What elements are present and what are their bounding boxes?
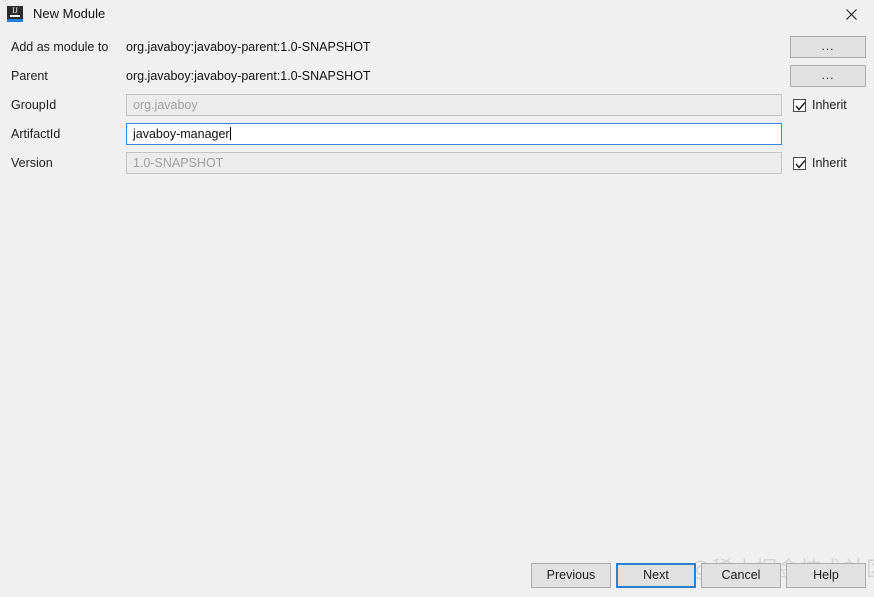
value-parent: org.javaboy:javaboy-parent:1.0-SNAPSHOT — [126, 69, 371, 83]
artifact-id-value: javaboy-manager — [133, 127, 230, 141]
next-button[interactable]: Next — [616, 563, 696, 588]
row-group-id: GroupId org.javaboy Inherit — [0, 94, 874, 116]
checkmark-icon — [793, 156, 806, 170]
dialog-button-bar: Previous Next Cancel Help — [0, 563, 874, 589]
label-version: Version — [11, 156, 53, 170]
version-input[interactable]: 1.0-SNAPSHOT — [126, 152, 782, 174]
cancel-button[interactable]: Cancel — [701, 563, 781, 588]
value-add-as-module-to: org.javaboy:javaboy-parent:1.0-SNAPSHOT — [126, 40, 371, 54]
text-caret — [229, 127, 231, 140]
app-icon-underline — [10, 15, 20, 17]
parent-browse-button[interactable]: ... — [790, 65, 866, 87]
intellij-idea-icon: IJ — [7, 6, 23, 22]
help-button[interactable]: Help — [786, 563, 866, 588]
add-as-module-to-browse-button[interactable]: ... — [790, 36, 866, 58]
version-inherit-checkbox[interactable]: Inherit — [793, 152, 847, 174]
label-parent: Parent — [11, 69, 48, 83]
checkmark-icon — [793, 98, 806, 112]
title-bar: IJ New Module — [0, 0, 874, 28]
label-group-id: GroupId — [11, 98, 57, 112]
window-title: New Module — [33, 6, 106, 21]
row-parent: Parent org.javaboy:javaboy-parent:1.0-SN… — [0, 65, 874, 87]
row-artifact-id: ArtifactId javaboy-manager — [0, 123, 874, 145]
label-add-as-module-to: Add as module to — [11, 40, 109, 54]
group-id-inherit-label: Inherit — [812, 98, 847, 112]
row-add-as-module-to: Add as module to org.javaboy:javaboy-par… — [0, 36, 874, 58]
previous-button[interactable]: Previous — [531, 563, 611, 588]
close-icon — [845, 8, 857, 20]
app-icon-text: IJ — [12, 6, 18, 15]
version-inherit-label: Inherit — [812, 156, 847, 170]
group-id-input[interactable]: org.javaboy — [126, 94, 782, 116]
group-id-inherit-checkbox[interactable]: Inherit — [793, 94, 847, 116]
close-button[interactable] — [828, 0, 874, 28]
artifact-id-input[interactable]: javaboy-manager — [126, 123, 782, 145]
label-artifact-id: ArtifactId — [11, 127, 61, 141]
row-version: Version 1.0-SNAPSHOT Inherit — [0, 152, 874, 174]
